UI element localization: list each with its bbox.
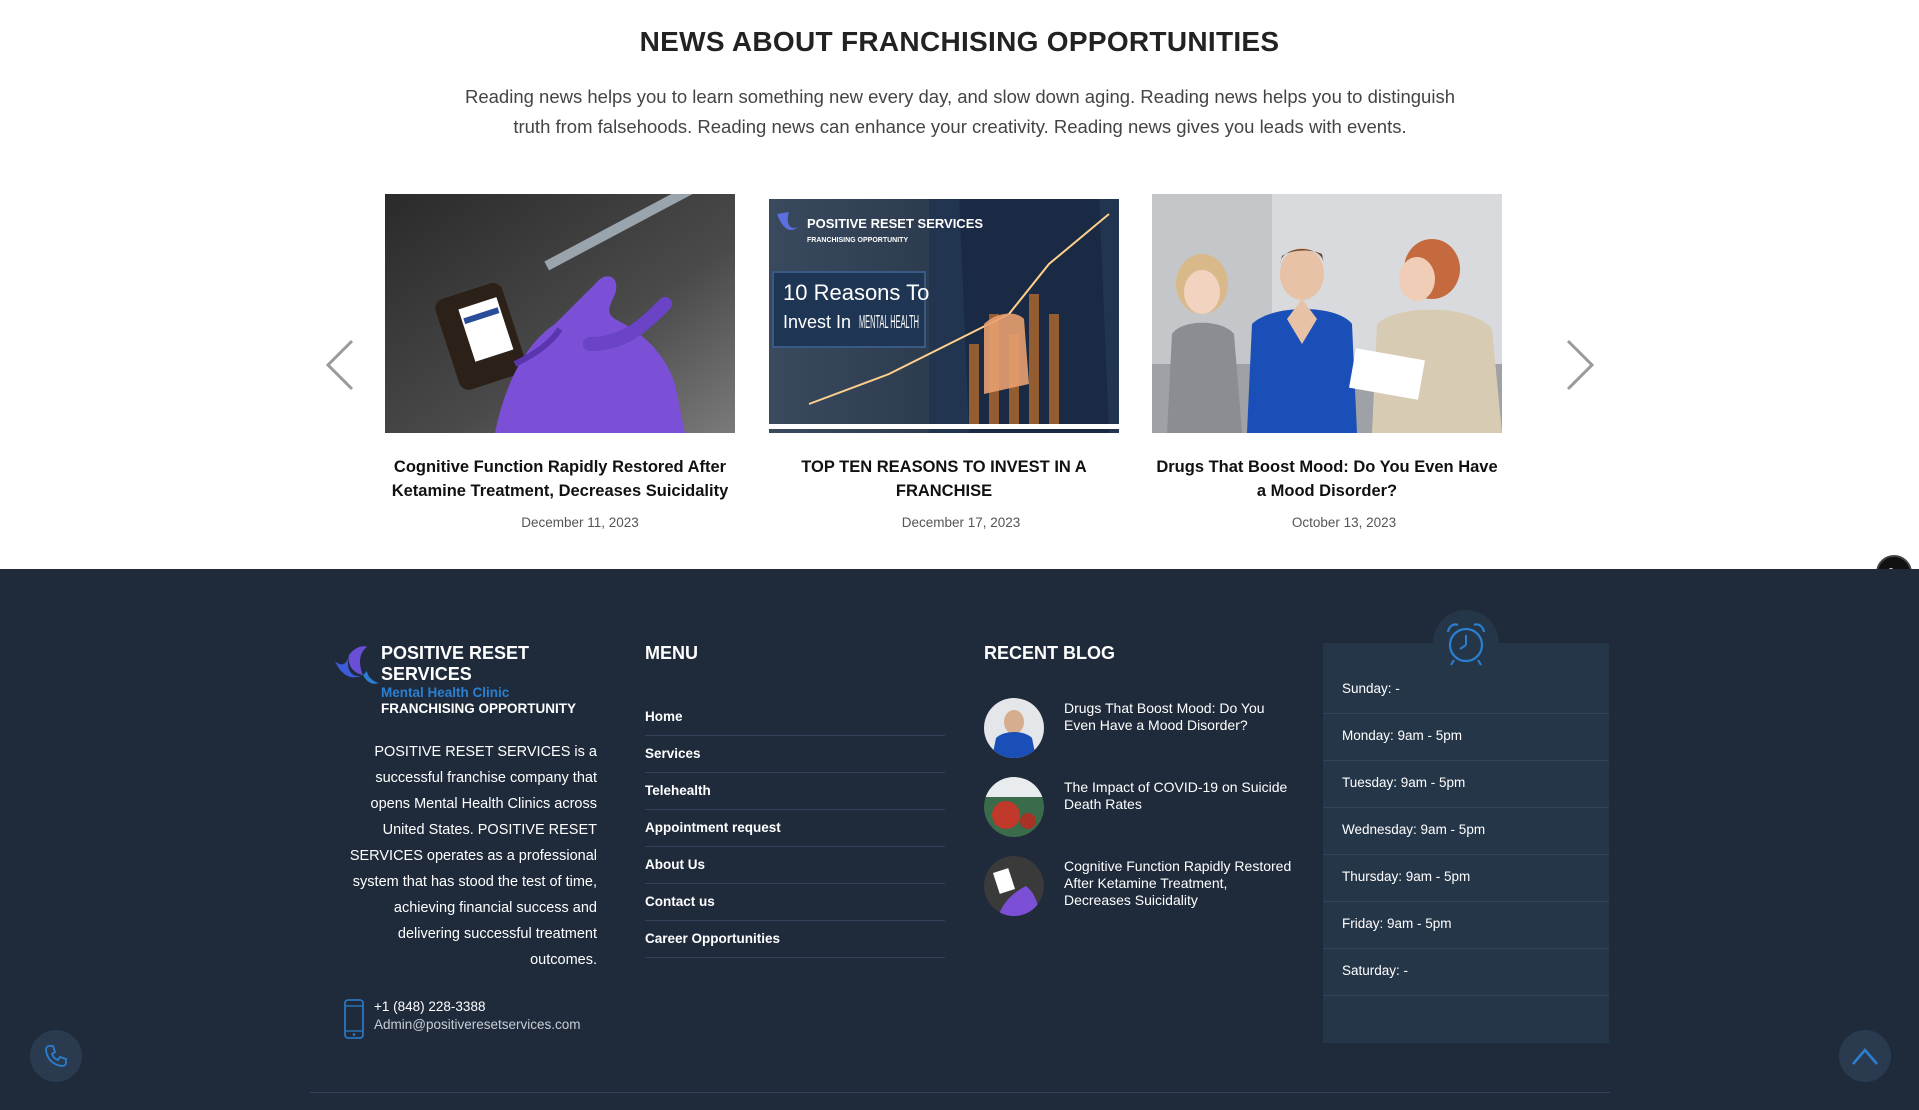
hours-row: Wednesday: 9am - 5pm	[1323, 808, 1609, 855]
card-image-tag: FRANCHISING OPPORTUNITY	[807, 237, 908, 244]
mobile-phone-icon	[344, 999, 364, 1039]
news-card-title[interactable]: TOP TEN REASONS TO INVEST IN A FRANCHISE	[769, 455, 1119, 503]
opening-hours-panel: Sunday: - Monday: 9am - 5pm Tuesday: 9am…	[1323, 643, 1609, 1043]
carousel-prev-button[interactable]	[322, 335, 362, 395]
hours-row: Monday: 9am - 5pm	[1323, 714, 1609, 761]
blog-thumbnail	[984, 698, 1044, 758]
recent-blog-list: Drugs That Boost Mood: Do You Even Have …	[984, 698, 1294, 935]
footer-divider	[310, 1092, 1610, 1093]
news-card-date: October 13, 2023	[1291, 515, 1397, 530]
menu-item-telehealth[interactable]: Telehealth	[645, 773, 945, 810]
card-image-brand: POSITIVE RESET SERVICES	[807, 216, 983, 231]
news-section: NEWS ABOUT FRANCHISING OPPORTUNITIES Rea…	[0, 0, 1919, 591]
news-card-image[interactable]	[1152, 194, 1502, 433]
footer-phone-link[interactable]: +1 (848) 228-3388	[374, 999, 485, 1014]
blog-thumbnail	[984, 777, 1044, 837]
footer-logo[interactable]: POSITIVE RESET SERVICES Mental Health Cl…	[333, 643, 603, 723]
news-card-date: December 11, 2023	[521, 515, 639, 530]
blog-item-title[interactable]: Cognitive Function Rapidly Restored Afte…	[1064, 858, 1294, 909]
logo-subtitle: Mental Health Clinic	[381, 685, 510, 700]
hours-row: Sunday: -	[1323, 671, 1609, 714]
chevron-right-icon	[1566, 339, 1595, 391]
hours-row: Friday: 9am - 5pm	[1323, 902, 1609, 949]
news-card-image[interactable]	[385, 194, 735, 433]
menu-item-about-us[interactable]: About Us	[645, 847, 945, 884]
bird-logo-icon	[335, 646, 379, 684]
blog-item-title[interactable]: The Impact of COVID-19 on Suicide Death …	[1064, 779, 1294, 813]
blog-item-title[interactable]: Drugs That Boost Mood: Do You Even Have …	[1064, 700, 1294, 734]
chevron-left-icon	[325, 339, 354, 391]
hours-row: Tuesday: 9am - 5pm	[1323, 761, 1609, 808]
blog-thumbnail	[984, 856, 1044, 916]
news-card: Drugs That Boost Mood: Do You Even Have …	[1152, 194, 1502, 530]
recent-blog-heading: RECENT BLOG	[984, 643, 1116, 663]
hours-row: Thursday: 9am - 5pm	[1323, 855, 1609, 902]
card-image-headline-1: 10 Reasons To	[783, 280, 929, 305]
alarm-clock-badge	[1433, 610, 1499, 676]
menu-item-appointment-request[interactable]: Appointment request	[645, 810, 945, 847]
call-button[interactable]	[30, 1030, 82, 1082]
news-card-date: December 17, 2023	[901, 515, 1021, 530]
menu-item-contact-us[interactable]: Contact us	[645, 884, 945, 921]
menu-item-home[interactable]: Home	[645, 699, 945, 736]
hours-row: Saturday: -	[1323, 949, 1609, 996]
opening-hours-list: Sunday: - Monday: 9am - 5pm Tuesday: 9am…	[1323, 671, 1609, 996]
card-image-headline-2a: Invest In	[783, 312, 851, 332]
blog-list-item[interactable]: Drugs That Boost Mood: Do You Even Have …	[984, 698, 1294, 777]
footer-email-link[interactable]: Admin@positiveresetservices.com	[374, 1017, 581, 1032]
logo-name: POSITIVE RESET SERVICES	[381, 643, 530, 684]
scroll-to-top-button[interactable]	[1839, 1030, 1891, 1082]
alarm-clock-icon	[1446, 623, 1486, 666]
blog-list-item[interactable]: Cognitive Function Rapidly Restored Afte…	[984, 856, 1294, 935]
chevron-up-icon	[1852, 1048, 1878, 1065]
menu-heading: MENU	[645, 643, 698, 663]
news-card: Cognitive Function Rapidly Restored Afte…	[385, 194, 735, 530]
news-card: POSITIVE RESET SERVICES FRANCHISING OPPO…	[769, 194, 1119, 530]
logo-tagline: FRANCHISING OPPORTUNITY	[381, 701, 577, 716]
menu-item-services[interactable]: Services	[645, 736, 945, 773]
blog-list-item[interactable]: The Impact of COVID-19 on Suicide Death …	[984, 777, 1294, 856]
news-card-title[interactable]: Cognitive Function Rapidly Restored Afte…	[385, 455, 735, 503]
phone-icon	[45, 1045, 67, 1067]
footer-about-text: POSITIVE RESET SERVICES is a successful …	[349, 744, 597, 968]
menu-item-career-opportunities[interactable]: Career Opportunities	[645, 921, 945, 958]
footer	[0, 569, 1919, 1110]
card-image-headline-2b: MENTAL HEALTH	[859, 312, 919, 332]
carousel-next-button[interactable]	[1558, 335, 1598, 395]
news-card-title[interactable]: Drugs That Boost Mood: Do You Even Have …	[1152, 455, 1502, 503]
section-intro: Reading news helps you to learn somethin…	[464, 86, 1455, 137]
footer-menu: Home Services Telehealth Appointment req…	[645, 699, 945, 958]
section-title: NEWS ABOUT FRANCHISING OPPORTUNITIES	[639, 26, 1280, 57]
news-card-image[interactable]: POSITIVE RESET SERVICES FRANCHISING OPPO…	[769, 194, 1119, 433]
